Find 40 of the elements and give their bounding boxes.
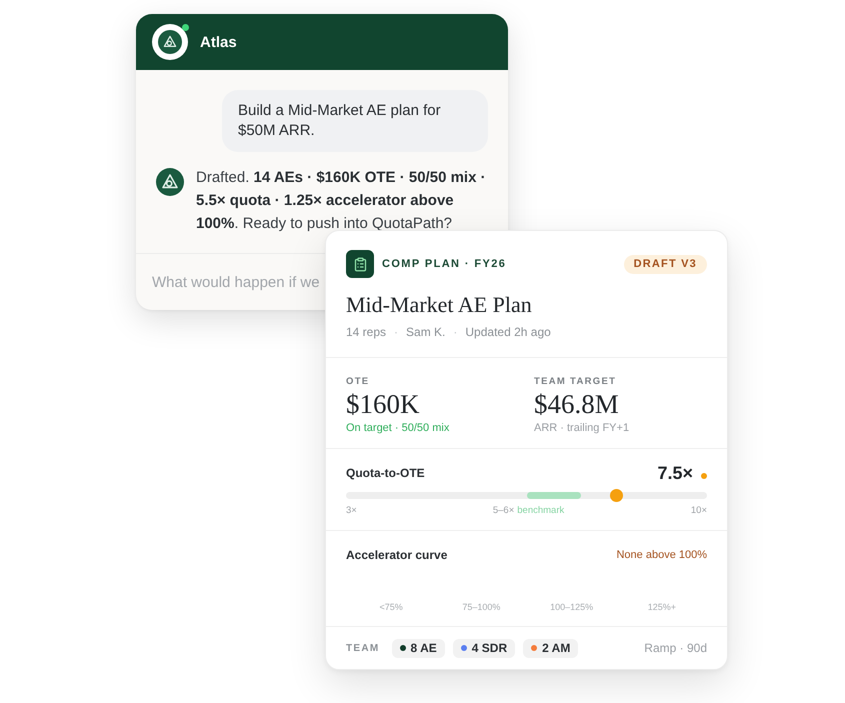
meta-separator: · bbox=[453, 324, 458, 340]
plan-meta: 14 reps bbox=[346, 324, 386, 340]
assistant-avatar-icon bbox=[152, 24, 188, 60]
clipboard-icon bbox=[346, 250, 374, 278]
plan-meta: Sam K. bbox=[406, 324, 446, 340]
stat-label: TEAM TARGET bbox=[534, 376, 618, 388]
plan-meta: Updated 2h ago bbox=[465, 324, 551, 340]
scale-max-label: 10× bbox=[690, 505, 707, 517]
team-chip: 8 AE bbox=[392, 638, 445, 658]
assistant-name: Atlas bbox=[200, 34, 237, 50]
benchmark-band bbox=[526, 492, 581, 499]
quota-value: 7.5× bbox=[657, 464, 693, 482]
accelerator-note: None above 100% bbox=[616, 548, 707, 562]
stat-value: $160K bbox=[346, 389, 420, 419]
plan-kicker: COMP PLAN · FY26 bbox=[382, 258, 506, 270]
assistant-message: Drafted. 14 AEs · $160K OTE · 50/50 mix · 5.5× quota · 1.25× accelerator above 100%. Ready to push into QuotaPath? bbox=[196, 168, 487, 234]
assistant-logo-icon bbox=[156, 168, 184, 196]
stat-note: ARR · trailing FY+1 bbox=[534, 421, 630, 435]
team-label: TEAM bbox=[346, 642, 380, 654]
stat-label: OTE bbox=[346, 376, 370, 388]
tier-label: 100–125% bbox=[550, 602, 594, 613]
benchmark-label: benchmark bbox=[517, 505, 564, 517]
tier-label: 75–100% bbox=[462, 602, 500, 613]
stat-value: $46.8M bbox=[534, 389, 620, 419]
scale-min-label: 3× bbox=[346, 505, 357, 517]
meta-separator: · bbox=[394, 324, 398, 340]
team-chip: 4 SDR bbox=[452, 638, 516, 658]
quota-label: Quota-to-OTE bbox=[346, 465, 425, 482]
status-dot-icon bbox=[701, 472, 707, 478]
benchmark-range: 5–6× bbox=[492, 505, 514, 517]
message-input[interactable]: What would happen if we bbox=[136, 254, 325, 310]
plan-title: Mid-Market AE Plan bbox=[346, 292, 533, 318]
team-chip: 2 AM bbox=[523, 638, 578, 658]
status-badge: DRAFT V3 bbox=[624, 254, 707, 274]
user-message: Build a Mid-Market AE plan for $50M ARR. bbox=[222, 90, 488, 152]
stat-note: On target · 50/50 mix bbox=[346, 421, 450, 435]
accelerator-title: Accelerator curve bbox=[346, 547, 448, 564]
tier-label: <75% bbox=[379, 602, 403, 613]
ramp-info: Ramp · 90d bbox=[644, 641, 707, 655]
tier-label: 125%+ bbox=[648, 602, 676, 613]
